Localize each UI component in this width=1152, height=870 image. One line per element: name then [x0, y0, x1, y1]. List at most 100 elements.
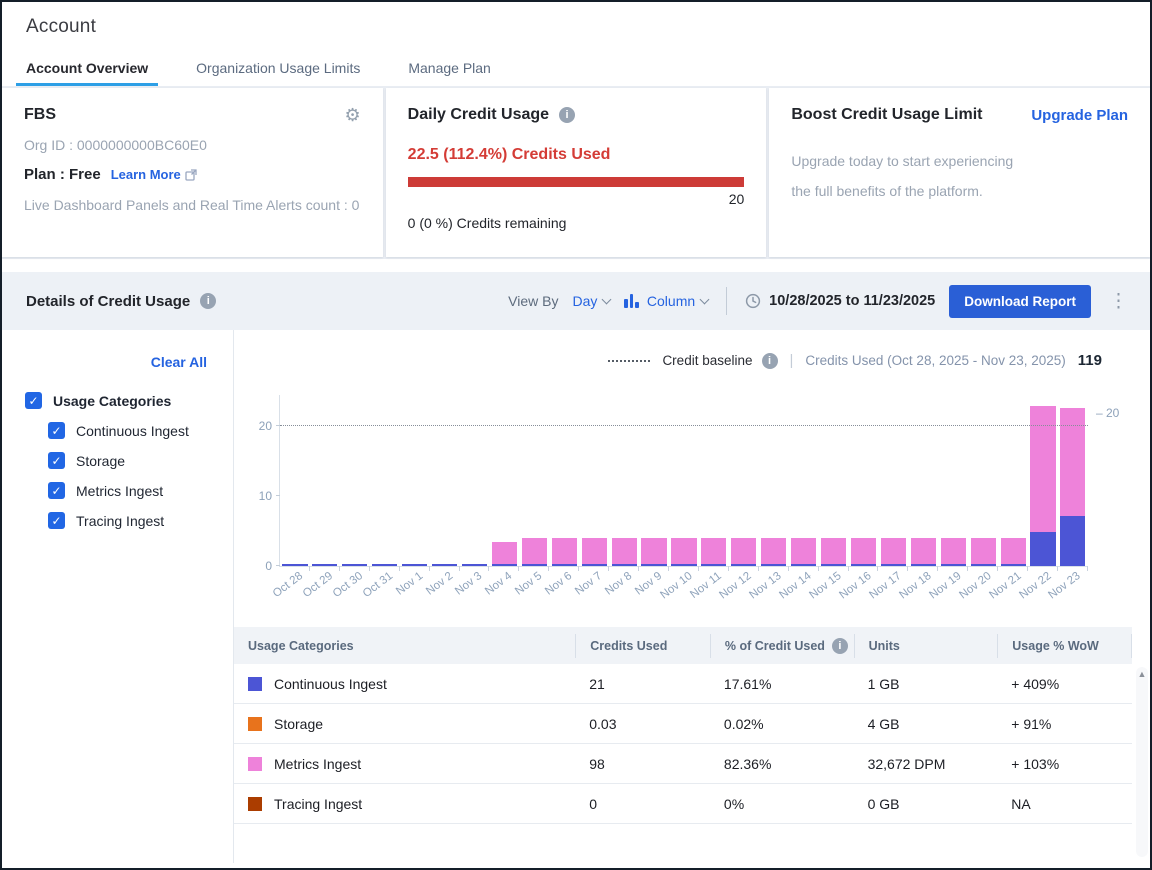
page-header: Account Account Overview Organization Us… — [2, 2, 1150, 86]
bar-nov-8[interactable]: Nov 8 — [609, 395, 639, 566]
tab-organization-usage-limits[interactable]: Organization Usage Limits — [186, 54, 370, 86]
daily-usage-title: Daily Credit Usage — [408, 106, 549, 124]
metrics-ingest-segment — [851, 538, 876, 564]
clear-all-link[interactable]: Clear All — [2, 354, 207, 370]
bar-oct-29[interactable]: Oct 29 — [310, 395, 340, 566]
chart-type-select[interactable]: Column — [624, 293, 708, 309]
info-icon[interactable]: i — [762, 353, 778, 369]
bar-nov-2[interactable]: Nov 2 — [430, 395, 460, 566]
info-icon[interactable]: i — [559, 107, 575, 123]
bar-nov-17[interactable]: Nov 17 — [878, 395, 908, 566]
category-name: Continuous Ingest — [274, 676, 387, 692]
view-by-select[interactable]: Day — [573, 293, 611, 309]
continuous-ingest-segment — [522, 564, 547, 566]
bar-nov-3[interactable]: Nov 3 — [460, 395, 490, 566]
page-title: Account — [2, 2, 1150, 38]
credits-remaining-text: 0 (0 %) Credits remaining — [408, 215, 745, 231]
bar-nov-16[interactable]: Nov 16 — [849, 395, 879, 566]
continuous-ingest-segment — [282, 564, 307, 566]
tab-manage-plan[interactable]: Manage Plan — [398, 54, 501, 86]
filter-storage[interactable]: ✓Storage — [2, 452, 233, 469]
metrics-ingest-segment — [612, 538, 637, 564]
table-row-tracing-ingest[interactable]: Tracing Ingest00%0 GBNA — [234, 784, 1132, 824]
continuous-ingest-segment — [761, 564, 786, 566]
date-range-picker[interactable]: 10/28/2025 to 11/23/2025 — [745, 293, 935, 309]
table-row-continuous-ingest[interactable]: Continuous Ingest2117.61%1 GB+ 409% — [234, 664, 1132, 704]
category-name: Metrics Ingest — [274, 756, 361, 772]
checkbox-checked[interactable]: ✓ — [48, 452, 65, 469]
category-color-swatch — [248, 797, 262, 811]
metrics-ingest-segment — [701, 538, 726, 564]
bar-oct-30[interactable]: Oct 30 — [340, 395, 370, 566]
bar-nov-4[interactable]: Nov 4 — [489, 395, 519, 566]
bar-nov-23[interactable]: Nov 23 — [1058, 395, 1088, 566]
bar-nov-11[interactable]: Nov 11 — [699, 395, 729, 566]
x-axis-label: Nov 23 — [1047, 570, 1083, 602]
table-row-metrics-ingest[interactable]: Metrics Ingest9882.36%32,672 DPM+ 103% — [234, 744, 1132, 784]
metrics-ingest-segment — [821, 538, 846, 564]
org-name: FBS — [24, 106, 56, 124]
bar-nov-7[interactable]: Nov 7 — [579, 395, 609, 566]
more-options-icon[interactable]: ⋮ — [1105, 290, 1132, 313]
continuous-ingest-segment — [641, 564, 666, 566]
bar-nov-19[interactable]: Nov 19 — [938, 395, 968, 566]
filter-usage-categories[interactable]: ✓ Usage Categories — [2, 392, 233, 409]
col-usage-wow: Usage % WoW — [997, 634, 1132, 658]
filter-metrics-ingest[interactable]: ✓Metrics Ingest — [2, 482, 233, 499]
chart-plot-area: Oct 28Oct 29Oct 30Oct 31Nov 1Nov 2Nov 3N… — [279, 395, 1088, 567]
tab-account-overview[interactable]: Account Overview — [16, 54, 158, 86]
bar-oct-28[interactable]: Oct 28 — [280, 395, 310, 566]
table-header-row: Usage Categories Credits Used % of Credi… — [234, 627, 1132, 664]
bar-oct-31[interactable]: Oct 31 — [370, 395, 400, 566]
info-icon[interactable]: i — [832, 638, 848, 654]
filter-tracing-ingest[interactable]: ✓Tracing Ingest — [2, 512, 233, 529]
col-credits-used: Credits Used — [575, 634, 710, 658]
checkbox-checked[interactable]: ✓ — [48, 422, 65, 439]
upgrade-plan-link[interactable]: Upgrade Plan — [1031, 107, 1128, 124]
bar-nov-18[interactable]: Nov 18 — [908, 395, 938, 566]
metrics-ingest-segment — [971, 538, 996, 564]
learn-more-link[interactable]: Learn More — [111, 167, 197, 182]
checkbox-checked[interactable]: ✓ — [48, 482, 65, 499]
table-scrollbar[interactable]: ▲ — [1136, 667, 1148, 857]
details-title: Details of Credit Usage — [26, 293, 190, 310]
bar-nov-1[interactable]: Nov 1 — [400, 395, 430, 566]
bar-nov-5[interactable]: Nov 5 — [519, 395, 549, 566]
usage-wow-value: + 409% — [997, 676, 1132, 692]
x-axis-label: Nov 13 — [748, 570, 784, 602]
bar-nov-12[interactable]: Nov 12 — [729, 395, 759, 566]
metrics-ingest-segment — [522, 538, 547, 564]
category-color-swatch — [248, 677, 262, 691]
column-chart-icon — [624, 294, 639, 308]
scroll-up-icon[interactable]: ▲ — [1136, 667, 1148, 681]
credits-used-text: 22.5 (112.4%) Credits Used — [408, 146, 745, 164]
checkbox-checked[interactable]: ✓ — [48, 512, 65, 529]
category-color-swatch — [248, 757, 262, 771]
continuous-ingest-segment — [701, 564, 726, 566]
dotted-baseline-swatch — [608, 360, 650, 362]
info-icon[interactable]: i — [200, 293, 216, 309]
clock-icon — [745, 293, 761, 309]
x-axis-label: Nov 6 — [543, 570, 574, 598]
filter-continuous-ingest[interactable]: ✓Continuous Ingest — [2, 422, 233, 439]
bar-nov-15[interactable]: Nov 15 — [819, 395, 849, 566]
bar-nov-9[interactable]: Nov 9 — [639, 395, 669, 566]
x-axis-label: Nov 22 — [1017, 570, 1053, 602]
download-report-button[interactable]: Download Report — [949, 285, 1091, 318]
bar-nov-13[interactable]: Nov 13 — [759, 395, 789, 566]
pct-credit-used-value: 82.36% — [710, 756, 854, 772]
bar-nov-6[interactable]: Nov 6 — [549, 395, 579, 566]
bar-nov-22[interactable]: Nov 22 — [1028, 395, 1058, 566]
metrics-ingest-segment — [492, 542, 517, 564]
bar-nov-21[interactable]: Nov 21 — [998, 395, 1028, 566]
metrics-ingest-segment — [641, 538, 666, 564]
daily-credit-usage-card: Daily Credit Usage i 22.5 (112.4%) Credi… — [386, 88, 767, 257]
gear-icon[interactable]: ⚙ — [345, 106, 361, 124]
baseline-right-label: – 20 — [1096, 406, 1119, 420]
bar-nov-10[interactable]: Nov 10 — [669, 395, 699, 566]
live-panels-count: Live Dashboard Panels and Real Time Aler… — [24, 197, 361, 213]
bar-nov-20[interactable]: Nov 20 — [968, 395, 998, 566]
bar-nov-14[interactable]: Nov 14 — [789, 395, 819, 566]
checkbox-checked[interactable]: ✓ — [25, 392, 42, 409]
table-row-storage[interactable]: Storage0.030.02%4 GB+ 91% — [234, 704, 1132, 744]
